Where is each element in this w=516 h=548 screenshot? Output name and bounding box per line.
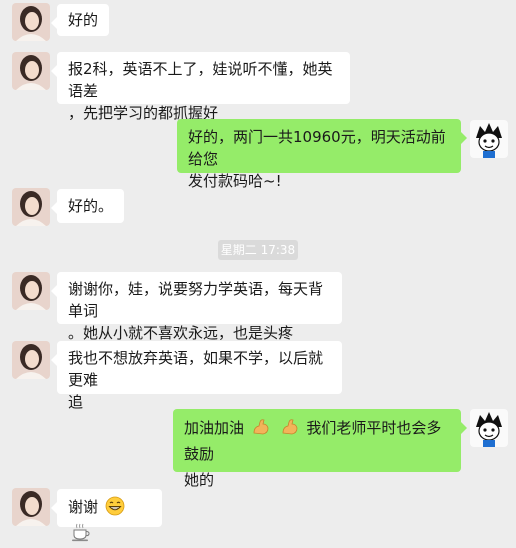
contact-avatar[interactable] — [12, 52, 50, 90]
grinning-face-icon — [105, 496, 125, 522]
message-text-line: 报2科，英语不上了，娃说听不懂，她英语差 — [68, 60, 333, 100]
self-avatar[interactable] — [470, 120, 508, 158]
message-text-line: 我也不想放弃英语，如果不学，以后就更难 — [68, 349, 324, 389]
message-bubble[interactable]: 谢谢 — [51, 489, 162, 542]
message-text: 好的 — [68, 11, 99, 29]
message-text: 好的。 — [68, 197, 114, 215]
contact-avatar[interactable] — [12, 272, 50, 310]
message-text: 加油加油 — [184, 419, 245, 437]
message-text-line: 她的 — [184, 471, 215, 489]
message-bubble[interactable]: 好的，两门一共10960元，明天活动前给您 发付款码哈~! — [177, 119, 467, 190]
flexed-biceps-icon — [280, 417, 300, 443]
message-bubble[interactable]: 加油加油 我们老师平时也会多鼓励 她的 — [173, 409, 467, 489]
message-text: 谢谢 — [68, 498, 99, 516]
contact-avatar[interactable] — [12, 3, 50, 41]
flexed-biceps-icon — [251, 417, 271, 443]
hot-beverage-icon — [70, 522, 92, 548]
message-text-line: 发付款码哈~! — [188, 172, 282, 190]
contact-avatar[interactable] — [12, 488, 50, 526]
contact-avatar[interactable] — [12, 341, 50, 379]
timestamp-divider: 星期二 17:38 — [218, 240, 298, 260]
message-bubble[interactable]: 谢谢你，娃，说要努力学英语，每天背单词 。她从小就不喜欢永远，也是头疼 — [51, 272, 342, 342]
message-bubble[interactable]: 我也不想放弃英语，如果不学，以后就更难 追 — [51, 341, 342, 411]
message-bubble[interactable]: 好的 — [51, 4, 110, 36]
contact-avatar[interactable] — [12, 188, 50, 226]
message-bubble[interactable]: 报2科，英语不上了，娃说听不懂，她英语差 ，先把学习的都抓握好 — [51, 52, 350, 122]
message-text-line: 谢谢你，娃，说要努力学英语，每天背单词 — [68, 280, 324, 320]
message-text-line: 好的，两门一共10960元，明天活动前给您 — [188, 128, 446, 168]
message-bubble[interactable]: 好的。 — [51, 189, 125, 223]
message-text-line: 加油加油 我们老师平时也会多鼓励 — [184, 417, 450, 465]
self-avatar[interactable] — [470, 409, 508, 447]
